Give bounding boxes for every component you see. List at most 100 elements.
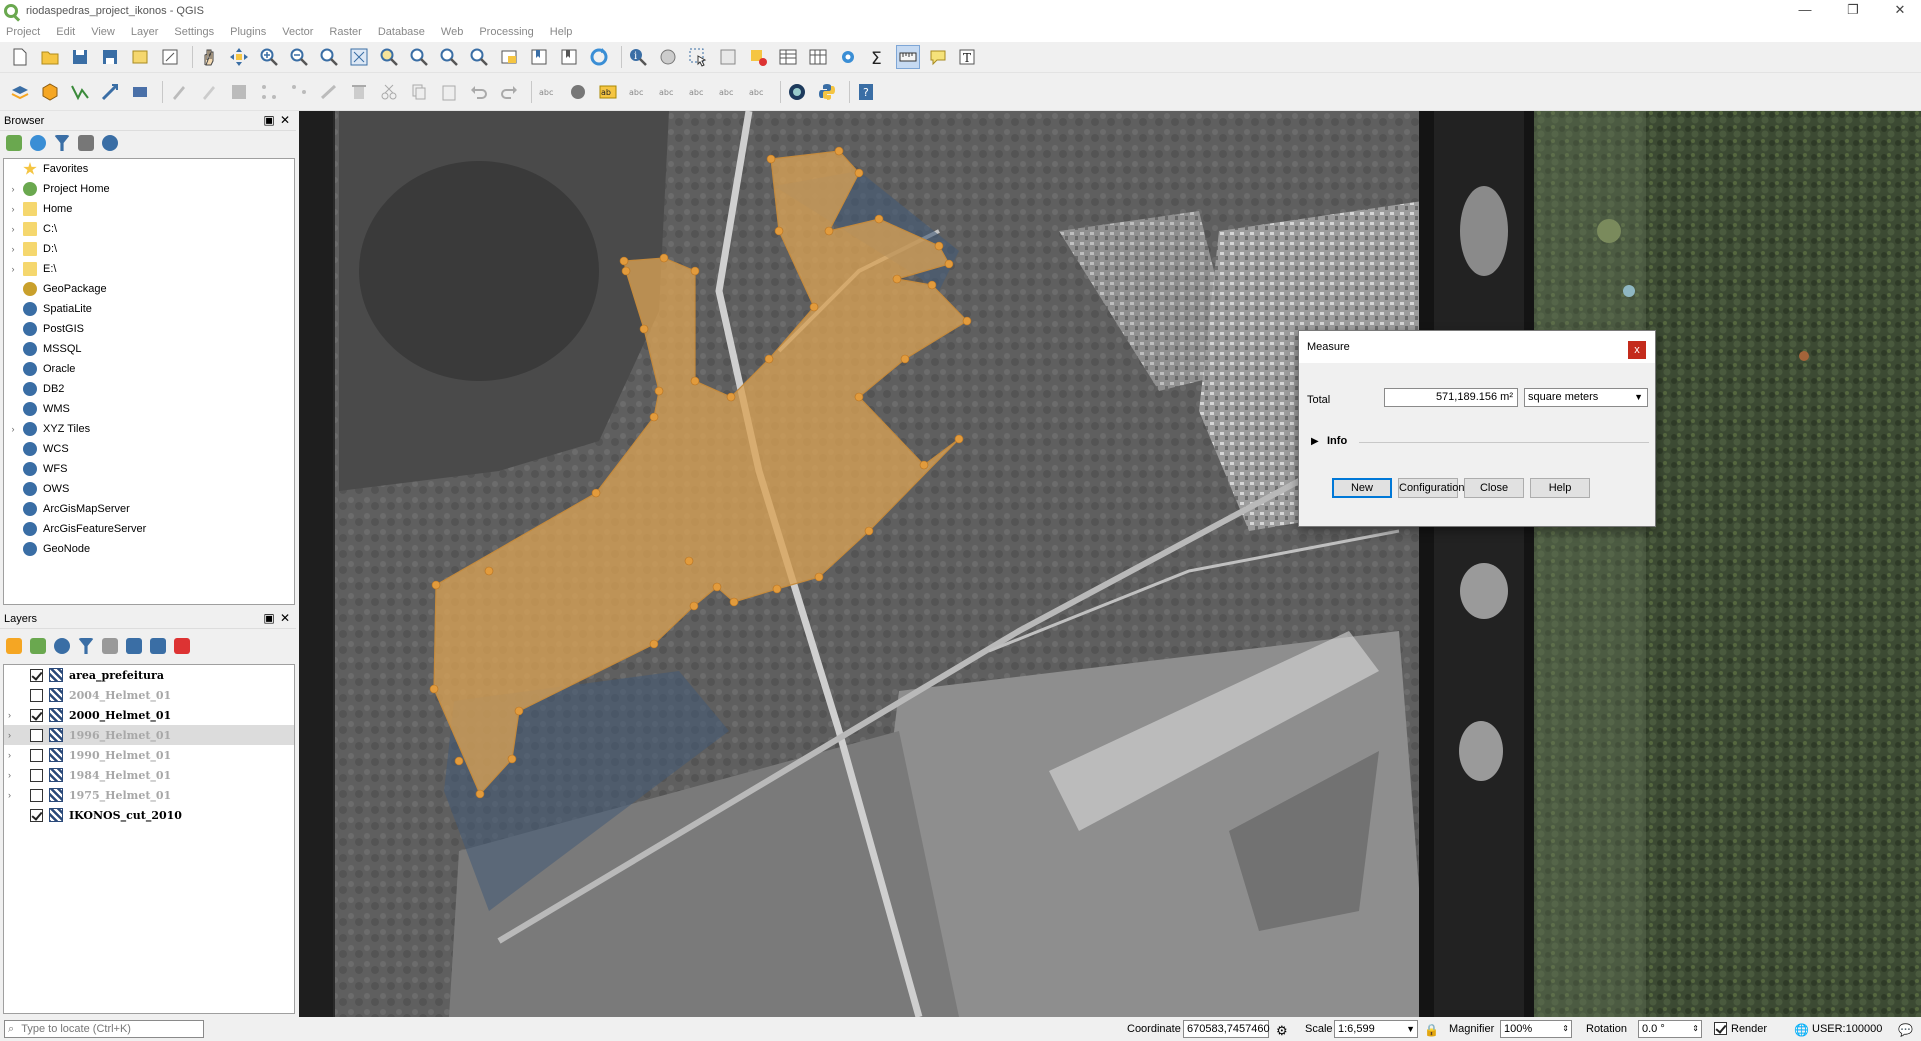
locator-search-input[interactable]: ⌕ Type to locate (Ctrl+K) — [4, 1020, 204, 1038]
menu-settings[interactable]: Settings — [174, 26, 214, 38]
toggle-extents-icon[interactable]: ⚙ — [1276, 1023, 1288, 1039]
browser-item[interactable]: › D:\ — [4, 239, 294, 259]
new-project-icon[interactable] — [8, 45, 32, 69]
window-close-button[interactable]: ✕ — [1880, 0, 1920, 22]
scale-combo[interactable]: 1:6,599 ▼ — [1334, 1020, 1418, 1038]
save-as-icon[interactable] — [98, 45, 122, 69]
unit-select[interactable]: square meters ▼ — [1524, 388, 1648, 407]
move-label-icon[interactable]: abc — [686, 80, 710, 104]
deselect-features-icon[interactable] — [716, 45, 740, 69]
run-feature-action-icon[interactable] — [656, 45, 680, 69]
browser-item[interactable]: Favorites — [4, 159, 294, 179]
processing-toolbox-icon[interactable] — [836, 45, 860, 69]
browser-item[interactable]: ArcGisMapServer — [4, 499, 294, 519]
menu-web[interactable]: Web — [441, 26, 463, 38]
menu-raster[interactable]: Raster — [329, 26, 361, 38]
expand-arrow-icon[interactable]: › — [8, 184, 18, 194]
browser-item[interactable]: PostGIS — [4, 319, 294, 339]
modify-attributes-icon[interactable] — [317, 80, 341, 104]
collapse-all-layers-icon[interactable] — [150, 638, 166, 654]
zoom-full-icon[interactable] — [347, 45, 371, 69]
layer-visibility-checkbox[interactable] — [30, 788, 43, 802]
close-panel-icon[interactable]: ✕ — [278, 611, 292, 625]
layer-visibility-checkbox[interactable] — [30, 688, 43, 702]
layout-manager-icon[interactable] — [158, 45, 182, 69]
filter-by-expression-icon[interactable] — [102, 638, 118, 654]
expand-arrow-icon[interactable]: ▶ — [1311, 436, 1319, 447]
show-hide-labels-icon[interactable]: abc — [656, 80, 680, 104]
menu-view[interactable]: View — [91, 26, 115, 38]
delete-selected-icon[interactable] — [347, 80, 371, 104]
manage-map-themes-icon[interactable] — [54, 638, 70, 654]
undo-icon[interactable] — [467, 80, 491, 104]
browser-item[interactable]: WFS — [4, 459, 294, 479]
menu-vector[interactable]: Vector — [282, 26, 313, 38]
browser-item[interactable]: Oracle — [4, 359, 294, 379]
zoom-last-icon[interactable] — [437, 45, 461, 69]
total-value-field[interactable]: 571,189.156 m² — [1384, 388, 1518, 407]
pan-to-selection-icon[interactable] — [227, 45, 251, 69]
menu-help[interactable]: Help — [550, 26, 573, 38]
open-project-icon[interactable] — [38, 45, 62, 69]
expand-arrow-icon[interactable]: › — [8, 790, 18, 800]
menu-plugins[interactable]: Plugins — [230, 26, 266, 38]
lock-scale-icon[interactable]: 🔒 — [1424, 1023, 1439, 1037]
layer-visibility-checkbox[interactable] — [30, 768, 43, 782]
close-button[interactable]: Close — [1464, 478, 1524, 498]
browser-item[interactable]: › C:\ — [4, 219, 294, 239]
map-tips-icon[interactable] — [926, 45, 950, 69]
measure-icon[interactable] — [896, 45, 920, 69]
layer-item[interactable]: › 1990_Helmet_01 — [4, 745, 294, 765]
python-console-icon[interactable] — [815, 80, 839, 104]
crs-button[interactable]: USER:100000 — [1812, 1023, 1882, 1035]
text-annotation-icon[interactable]: T — [956, 45, 980, 69]
new-geopackage-layer-icon[interactable] — [38, 80, 62, 104]
browser-item[interactable]: GeoPackage — [4, 279, 294, 299]
zoom-native-icon[interactable] — [317, 45, 341, 69]
rotate-label-icon[interactable]: abc — [716, 80, 740, 104]
highlight-pinned-labels-icon[interactable]: ab — [596, 80, 620, 104]
redo-icon[interactable] — [497, 80, 521, 104]
browser-item[interactable]: DB2 — [4, 379, 294, 399]
layer-item[interactable]: › 2000_Helmet_01 — [4, 705, 294, 725]
vertex-tool-icon[interactable] — [287, 80, 311, 104]
pan-hand-icon[interactable] — [197, 45, 221, 69]
float-panel-icon[interactable]: ▣ — [262, 611, 276, 625]
bookmark-icon[interactable] — [527, 45, 551, 69]
save-project-icon[interactable] — [68, 45, 92, 69]
save-layer-edits-icon[interactable] — [227, 80, 251, 104]
menu-edit[interactable]: Edit — [56, 26, 75, 38]
layer-visibility-checkbox[interactable] — [30, 728, 43, 742]
zoom-next-icon[interactable] — [467, 45, 491, 69]
quickmapservices-icon[interactable] — [785, 80, 809, 104]
help-contents-icon[interactable]: ? — [854, 80, 878, 104]
statistical-summary-icon[interactable]: Σ — [866, 45, 890, 69]
browser-item[interactable]: › Project Home — [4, 179, 294, 199]
browser-item[interactable]: › XYZ Tiles — [4, 419, 294, 439]
browser-item[interactable]: GeoNode — [4, 539, 294, 559]
render-checkbox[interactable] — [1714, 1022, 1727, 1035]
new-virtual-layer-icon[interactable] — [128, 80, 152, 104]
float-panel-icon[interactable]: ▣ — [262, 113, 276, 127]
identify-features-icon[interactable]: i — [626, 45, 650, 69]
filter-icon[interactable] — [54, 135, 70, 151]
expand-arrow-icon[interactable]: › — [8, 244, 18, 254]
field-calculator-icon[interactable] — [806, 45, 830, 69]
coordinate-field[interactable]: 670583,7457460 — [1183, 1020, 1270, 1038]
layer-visibility-checkbox[interactable] — [30, 708, 43, 722]
pin-labels-icon[interactable]: abc — [626, 80, 650, 104]
show-bookmarks-icon[interactable] — [557, 45, 581, 69]
expand-all-icon[interactable] — [126, 638, 142, 654]
browser-item[interactable]: WCS — [4, 439, 294, 459]
spinner-icon[interactable]: ⇕ — [1692, 1021, 1699, 1037]
rotation-spinbox[interactable]: 0.0 ° ⇕ — [1638, 1020, 1702, 1038]
browser-item[interactable]: › Home — [4, 199, 294, 219]
magnifier-spinbox[interactable]: 100% ⇕ — [1500, 1020, 1572, 1038]
toggle-editing-icon[interactable] — [197, 80, 221, 104]
browser-item[interactable]: WMS — [4, 399, 294, 419]
open-layer-styling-icon[interactable] — [6, 638, 22, 654]
layer-item[interactable]: › 1975_Helmet_01 — [4, 785, 294, 805]
add-group-icon[interactable] — [30, 638, 46, 654]
expand-arrow-icon[interactable]: › — [8, 770, 18, 780]
copy-features-icon[interactable] — [407, 80, 431, 104]
